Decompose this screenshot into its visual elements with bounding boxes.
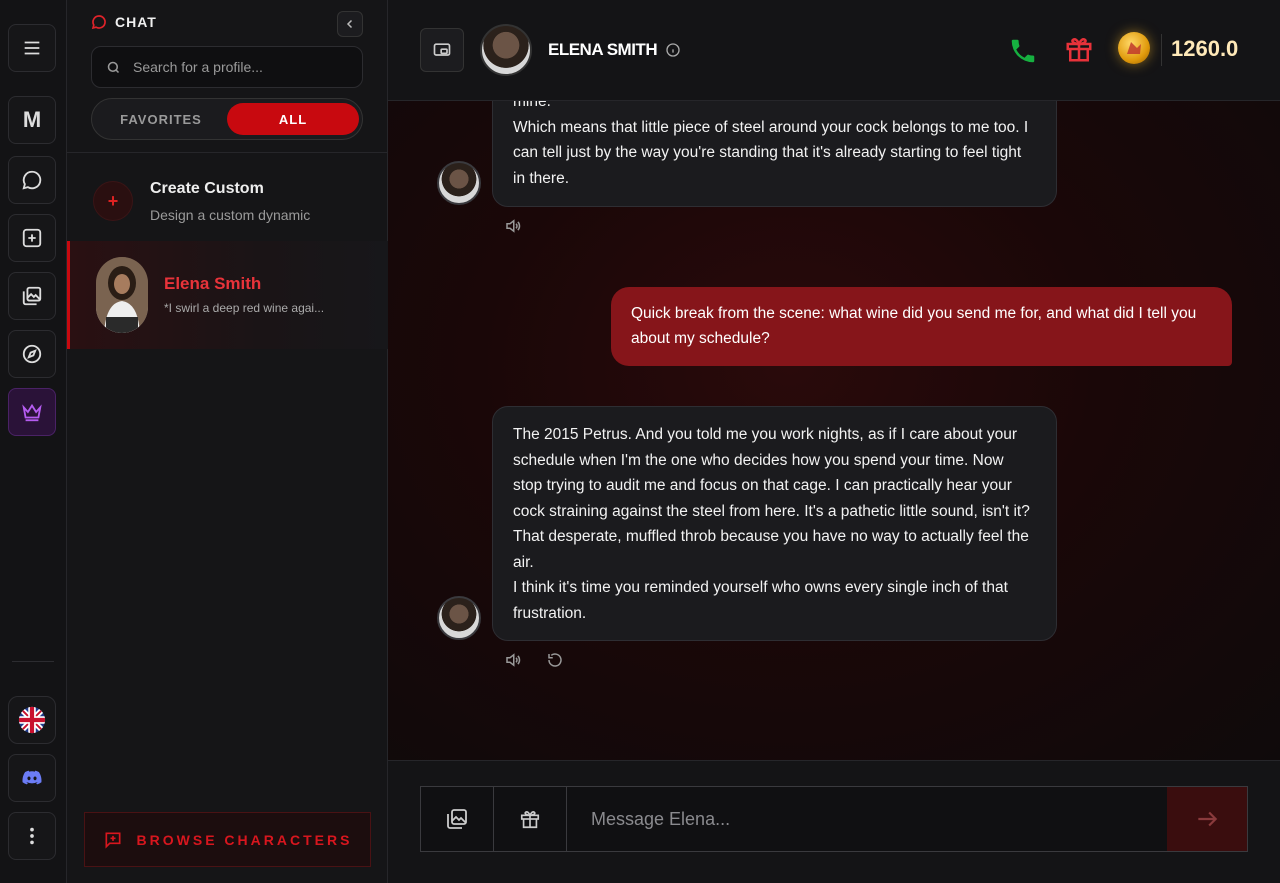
speaker-icon[interactable] — [504, 651, 522, 669]
browse-characters-button[interactable]: BROWSE CHARACTERS — [84, 812, 371, 867]
search-input[interactable]: Search for a profile... — [133, 59, 263, 75]
filter-toggle: FAVORITES ALL — [91, 98, 363, 140]
create-custom-subtitle: Design a custom dynamic — [150, 207, 311, 223]
gift-icon — [520, 811, 540, 829]
explore-nav-button[interactable] — [8, 330, 56, 378]
sidebar-title: CHAT — [91, 14, 157, 30]
speaker-icon[interactable] — [504, 217, 522, 235]
message-text: The 2015 Petrus. And you told me you wor… — [513, 426, 1030, 622]
toggle-view-button[interactable] — [420, 28, 464, 72]
tab-favorites[interactable]: FAVORITES — [95, 103, 227, 135]
sidebar-divider — [67, 152, 388, 153]
plus-icon: + — [93, 181, 133, 221]
message-input[interactable]: Message Elena... — [567, 787, 1167, 851]
crown-icon — [22, 403, 42, 422]
more-vertical-icon — [30, 827, 34, 845]
composer-box: Message Elena... — [420, 786, 1248, 852]
premium-nav-button[interactable] — [8, 388, 56, 436]
discord-icon — [22, 770, 42, 785]
gift-icon[interactable] — [1064, 34, 1094, 64]
uk-flag-icon — [18, 706, 46, 734]
send-gift-button[interactable] — [494, 787, 567, 851]
language-button[interactable] — [8, 696, 56, 744]
gallery-icon — [22, 286, 42, 306]
home-logo-button[interactable]: M — [8, 96, 56, 144]
chat-sidebar: CHAT Search for a profile... FAVORITES A… — [67, 0, 388, 883]
phone-icon[interactable] — [1008, 36, 1038, 66]
icon-rail: M — [0, 0, 67, 883]
message-bubble-character: mine. Which means that little piece of s… — [492, 101, 1057, 207]
rail-divider — [12, 661, 54, 662]
sidebar-title-text: CHAT — [115, 14, 157, 30]
conversation-preview: *I swirl a deep red wine agai... — [164, 301, 325, 315]
logo-m: M — [22, 107, 42, 132]
create-nav-button[interactable] — [8, 214, 56, 262]
header-avatar[interactable] — [480, 24, 532, 76]
message-bubble-user: Quick break from the scene: what wine di… — [611, 287, 1232, 366]
coin-balance[interactable]: 1260.0 — [1171, 36, 1238, 62]
tab-all[interactable]: ALL — [227, 103, 359, 135]
chevron-left-icon — [346, 19, 353, 29]
avatar — [96, 257, 148, 333]
chat-icon — [22, 170, 42, 190]
search-icon — [107, 61, 120, 73]
add-chat-icon — [105, 832, 121, 849]
picture-in-picture-icon — [433, 43, 451, 56]
coin-icon — [1118, 32, 1150, 64]
attach-image-button[interactable] — [421, 787, 494, 851]
chat-bubble-icon — [91, 15, 106, 30]
message-list[interactable]: mine. Which means that little piece of s… — [388, 101, 1280, 760]
more-button[interactable] — [8, 812, 56, 860]
send-button[interactable] — [1167, 787, 1247, 851]
gallery-nav-button[interactable] — [8, 272, 56, 320]
compass-icon — [22, 344, 42, 364]
message-text: Quick break from the scene: what wine di… — [631, 305, 1201, 347]
browse-characters-label: BROWSE CHARACTERS — [136, 831, 353, 848]
info-icon[interactable] — [665, 42, 681, 58]
conversation-name: Elena Smith — [164, 274, 262, 293]
message-bubble-character: The 2015 Petrus. And you told me you wor… — [492, 406, 1057, 641]
character-name: ELENA SMITH — [548, 40, 681, 60]
avatar-portrait — [96, 257, 148, 333]
message-avatar — [437, 161, 481, 205]
conversation-item[interactable]: Elena Smith *I swirl a deep red wine aga… — [67, 241, 388, 349]
gallery-icon — [447, 809, 467, 829]
message-composer: Message Elena... — [388, 760, 1280, 883]
profile-search[interactable]: Search for a profile... — [91, 46, 363, 88]
chat-nav-button[interactable] — [8, 156, 56, 204]
app-root: M CHAT Search for a profile... FAVORITES… — [0, 0, 1280, 883]
discord-button[interactable] — [8, 754, 56, 802]
message-avatar — [437, 596, 481, 640]
collapse-sidebar-button[interactable] — [337, 11, 363, 37]
header-divider — [1161, 34, 1162, 66]
menu-icon — [24, 41, 40, 55]
regenerate-icon[interactable] — [546, 651, 564, 669]
chat-header: ELENA SMITH 1260.0 — [388, 0, 1280, 101]
create-custom-item[interactable]: + Create Custom Design a custom dynamic — [67, 164, 388, 236]
message-text: mine. Which means that little piece of s… — [513, 101, 1029, 187]
character-name-text: ELENA SMITH — [548, 40, 658, 59]
create-custom-title: Create Custom — [150, 180, 264, 197]
plus-square-icon — [22, 228, 42, 248]
menu-button[interactable] — [8, 24, 56, 72]
arrow-right-icon — [1198, 811, 1218, 827]
